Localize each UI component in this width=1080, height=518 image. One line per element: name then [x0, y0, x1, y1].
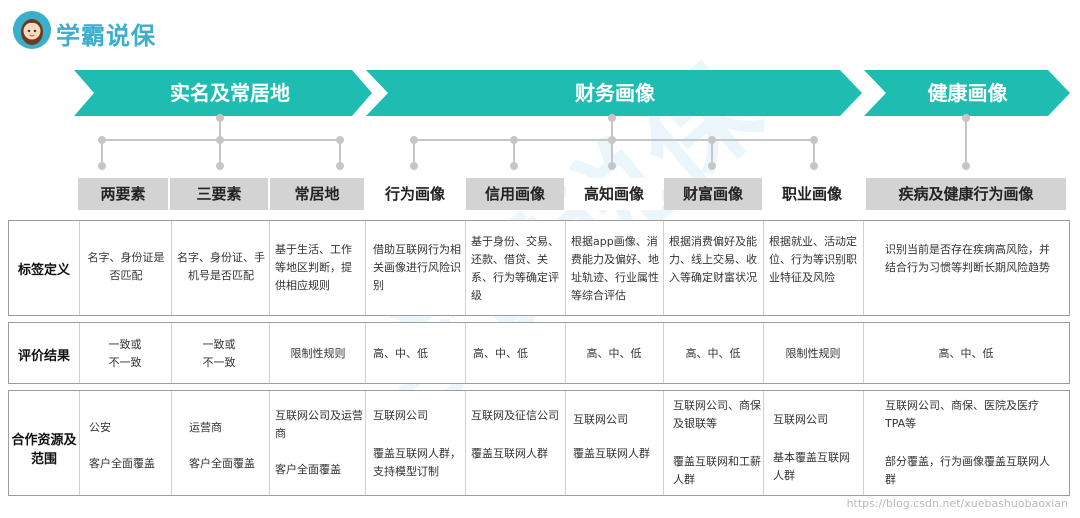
- cell-coverage: 覆盖互联网人群: [471, 447, 548, 460]
- cell-coverage: 客户全面覆盖: [275, 463, 341, 476]
- cell-coverage: 客户全面覆盖: [89, 457, 155, 470]
- table-row: 标签定义 名字、身份证是否匹配 名字、身份证、手机号是否匹配 基于生活、工作等地…: [8, 220, 1070, 316]
- source-url: https://blog.csdn.net/xuebashuobaoxian: [846, 497, 1068, 510]
- column-header: 信用画像: [466, 178, 564, 210]
- table-cell: 名字、身份证、手机号是否匹配: [177, 251, 265, 282]
- cell-partner: 互联网公司: [373, 409, 428, 422]
- table-row: 合作资源及范围 公安 客户全面覆盖 运营商 客户全面覆盖 互联网公司及运营商 客…: [8, 390, 1070, 496]
- table-cell: 根据app画像、消费能力及偏好、地址轨迹、行业属性等综合评估: [571, 235, 659, 302]
- cell-coverage: 覆盖互联网人群: [573, 447, 650, 460]
- table-cell: 高、中、低: [586, 347, 642, 360]
- column-header: 两要素: [78, 178, 168, 210]
- column-header: 常居地: [270, 178, 364, 210]
- column-header: 高知画像: [566, 178, 662, 210]
- cell-partner: 互联网及征信公司: [471, 409, 559, 422]
- row-label: 评价结果: [17, 349, 70, 364]
- cell-coverage: 基本覆盖互联网人群: [773, 451, 850, 482]
- table-row: 评价结果 一致或不一致 一致或不一致 限制性规则 高、中、低 高、中、低 高、中…: [8, 322, 1070, 384]
- connector-dots: [98, 114, 970, 170]
- column-header: 三要素: [170, 178, 268, 210]
- table-cell: 限制性规则: [785, 347, 841, 360]
- cell-coverage: 部分覆盖，行为画像覆盖互联网人群: [885, 455, 1050, 486]
- table-cell: 一致或不一致: [202, 338, 236, 369]
- category-health-label: 健康画像: [927, 81, 1008, 105]
- cell-partner: 互联网公司: [573, 413, 628, 426]
- cell-coverage: 覆盖互联网人群，支持模型订制: [373, 447, 461, 478]
- table-cell: 限制性规则: [290, 347, 346, 360]
- column-header: 财富画像: [664, 178, 762, 210]
- cell-coverage: 覆盖互联网和工薪人群: [673, 455, 761, 486]
- table-cell: 高、中、低: [685, 347, 741, 360]
- table-cell: 借助互联网行为相关画像进行风险识别: [373, 243, 461, 292]
- table-cell: 基于身份、交易、还款、借贷、关系、行为等确定评级: [471, 235, 559, 302]
- table-cell: 名字、身份证是否匹配: [87, 251, 165, 282]
- row-label: 标签定义: [17, 263, 70, 278]
- cell-partner: 互联网公司、商保、医院及医疗TPA等: [885, 399, 1039, 430]
- table-cell: 根据就业、活动定位、行为等识别职业特征及风险: [769, 235, 857, 284]
- column-header: 行为画像: [366, 178, 464, 210]
- table-cell: 根据消费偏好及能力、线上交易、收入等确定财富状况: [669, 235, 757, 284]
- table-cell: 基于生活、工作等地区判断，提供相应规则: [275, 243, 352, 292]
- cell-partner: 互联网公司、商保及银联等: [673, 399, 761, 430]
- table-cell: 高、中、低: [473, 347, 528, 360]
- cell-partner: 互联网公司及运营商: [275, 409, 363, 440]
- cell-partner: 运营商: [189, 421, 222, 434]
- column-header: 职业画像: [764, 178, 860, 210]
- table-cell: 高、中、低: [938, 347, 994, 360]
- category-finance-label: 财务画像: [575, 81, 655, 105]
- row-label: 合作资源及范围: [11, 433, 77, 467]
- category-identity-label: 实名及常居地: [170, 81, 290, 105]
- table-cell: 高、中、低: [373, 347, 428, 360]
- cell-partner: 互联网公司: [773, 413, 828, 426]
- connector-lines: [101, 118, 967, 166]
- cell-partner: 公安: [89, 421, 111, 434]
- column-header: 疾病及健康行为画像: [866, 178, 1066, 210]
- cell-coverage: 客户全面覆盖: [189, 457, 255, 470]
- table-cell: 识别当前是否存在疾病高风险，并结合行为习惯等判断长期风险趋势: [885, 243, 1050, 274]
- table-cell: 一致或不一致: [108, 338, 142, 369]
